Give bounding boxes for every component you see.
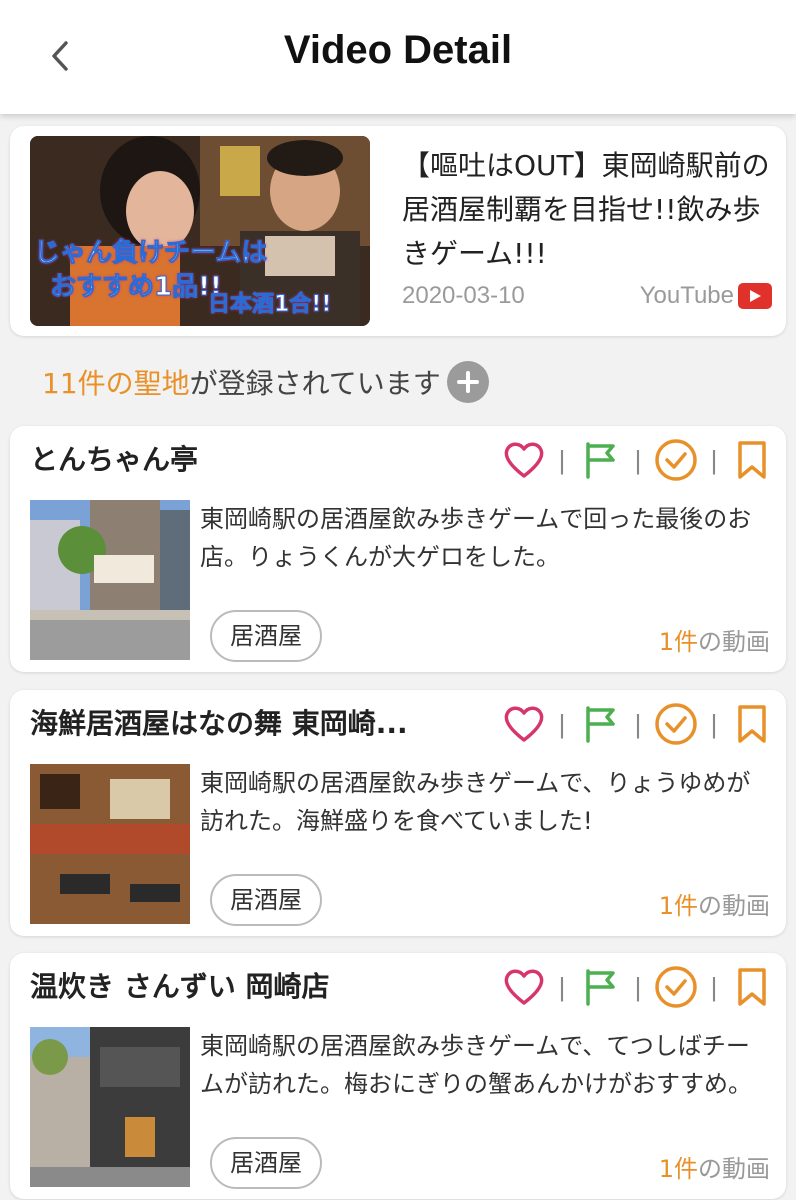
spots-count: 11件の聖地 (42, 367, 190, 400)
favorite-button[interactable] (500, 965, 548, 1009)
youtube-label: YouTube (639, 282, 734, 309)
spot-photo[interactable] (30, 1027, 190, 1187)
spot-actions: | | | (500, 438, 776, 482)
youtube-play-icon (738, 283, 772, 309)
spots-count-row: 11件の聖地 が登録されています (42, 360, 489, 404)
heart-icon (504, 706, 544, 742)
video-card[interactable]: じゃん負けチームは おすすめ1品!! 日本酒1合!! 【嘔吐はOUT】東岡崎駅前… (10, 126, 786, 336)
bookmark-button[interactable] (728, 438, 776, 482)
plus-icon (456, 371, 479, 393)
video-count-number: 1件 (658, 1155, 698, 1183)
video-count[interactable]: 1件の動画 (659, 886, 770, 921)
separator: | (634, 971, 642, 1002)
separator: | (558, 708, 566, 739)
heart-icon (504, 969, 544, 1005)
spot-actions: | | | (500, 702, 776, 746)
video-count[interactable]: 1件の動画 (659, 622, 770, 657)
video-thumbnail[interactable]: じゃん負けチームは おすすめ1品!! 日本酒1合!! (30, 136, 370, 326)
video-count-label: の動画 (698, 628, 770, 656)
separator: | (634, 444, 642, 475)
spot-description: 東岡崎駅の居酒屋飲み歩きゲームで回った最後のお店。りょうくんが大ゲロをした。 (200, 505, 752, 571)
spot-photo[interactable] (30, 500, 190, 660)
video-count[interactable]: 1件の動画 (659, 1149, 770, 1184)
category-tag[interactable]: 居酒屋 (210, 1137, 322, 1189)
check-circle-icon (655, 439, 697, 481)
spot-card[interactable]: 温炊き さんずい 岡崎店 | | | 東岡崎駅の居酒屋飲み歩きゲームで、てつしば… (10, 953, 786, 1199)
video-count-label: の動画 (698, 892, 770, 920)
spot-name[interactable]: 温炊き さんずい 岡崎店 (30, 967, 450, 1007)
check-circle-icon (655, 703, 697, 745)
category-tag[interactable]: 居酒屋 (210, 874, 322, 926)
bookmark-icon (738, 705, 766, 743)
visited-flag-button[interactable] (576, 965, 624, 1009)
bookmark-button[interactable] (728, 965, 776, 1009)
spot-photo[interactable] (30, 764, 190, 924)
page-title: Video Detail (283, 28, 513, 72)
spot-actions: | | | (500, 965, 776, 1009)
separator: | (710, 708, 718, 739)
spot-card[interactable]: とんちゃん亭 | | | 東岡崎駅の居酒屋飲み歩きゲームで回った最後のお店。りょ (10, 426, 786, 672)
spot-name[interactable]: とんちゃん亭 (30, 440, 450, 480)
separator: | (558, 444, 566, 475)
bookmark-button[interactable] (728, 702, 776, 746)
youtube-link[interactable]: YouTube (640, 282, 772, 310)
checkin-button[interactable] (652, 702, 700, 746)
thumbnail-caption-2: おすすめ1品!! (50, 272, 223, 303)
separator: | (634, 708, 642, 739)
category-tag[interactable]: 居酒屋 (210, 610, 322, 662)
visited-flag-button[interactable] (576, 438, 624, 482)
spots-count-suffix: が登録されています (189, 367, 441, 400)
app-header: Video Detail (0, 0, 796, 114)
favorite-button[interactable] (500, 438, 548, 482)
video-count-number: 1件 (658, 892, 698, 920)
check-circle-icon (655, 966, 697, 1008)
bookmark-icon (738, 968, 766, 1006)
thumbnail-caption-1: じゃん負けチームは (33, 238, 268, 269)
separator: | (558, 971, 566, 1002)
spot-description: 東岡崎駅の居酒屋飲み歩きゲームで、てつしばチームが訪れた。梅おにぎりの蟹あんかけ… (200, 1032, 752, 1098)
heart-icon (504, 442, 544, 478)
video-count-label: の動画 (698, 1155, 770, 1183)
flag-icon (586, 969, 615, 1006)
video-count-number: 1件 (658, 628, 698, 656)
video-title[interactable]: 【嘔吐はOUT】東岡崎駅前の居酒屋制覇を目指せ!!飲み歩きゲーム!!! (402, 144, 774, 276)
flag-icon (586, 442, 615, 479)
spot-card[interactable]: 海鮮居酒屋はなの舞 東岡崎... | | | 東岡崎駅の居酒屋飲み歩きゲームで、 (10, 690, 786, 936)
favorite-button[interactable] (500, 702, 548, 746)
separator: | (710, 444, 718, 475)
thumbnail-caption-3: 日本酒1合!! (207, 292, 332, 318)
visited-flag-button[interactable] (576, 702, 624, 746)
bookmark-icon (738, 441, 766, 479)
checkin-button[interactable] (652, 965, 700, 1009)
checkin-button[interactable] (652, 438, 700, 482)
video-date: 2020-03-10 (402, 282, 525, 309)
spot-description: 東岡崎駅の居酒屋飲み歩きゲームで、りょうゆめが訪れた。海鮮盛りを食べていました! (200, 769, 751, 835)
flag-icon (586, 706, 615, 743)
spot-name[interactable]: 海鮮居酒屋はなの舞 東岡崎... (30, 704, 450, 744)
add-spot-button[interactable] (446, 361, 489, 403)
separator: | (710, 971, 718, 1002)
